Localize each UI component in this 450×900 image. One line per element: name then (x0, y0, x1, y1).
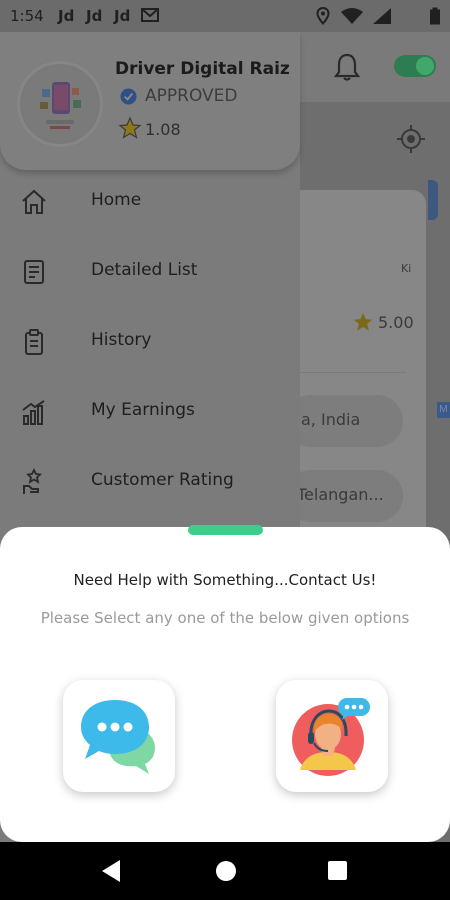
earnings-icon (22, 400, 45, 425)
verified-check-icon (120, 88, 137, 105)
menu-label-home: Home (91, 190, 142, 210)
bell-icon[interactable] (333, 52, 361, 82)
profile-card: Driver Digital Raiz APPROVED 1.08 (0, 32, 300, 170)
home-icon (22, 189, 46, 214)
menu-label-detailed-list: Detailed List (91, 260, 198, 280)
pickup-address-pill[interactable]: a, India (285, 395, 403, 447)
online-toggle[interactable] (394, 55, 436, 77)
wifi-icon (341, 8, 363, 24)
location-icon (316, 7, 330, 25)
back-icon[interactable] (101, 859, 121, 883)
battery-icon (430, 7, 440, 25)
chat-option-button[interactable] (63, 680, 175, 792)
menu-label-customer-rating: Customer Rating (91, 470, 234, 490)
avatar[interactable] (20, 64, 100, 144)
drop-address: Telangan... (297, 485, 384, 504)
menu-item-history[interactable]: History (0, 314, 300, 374)
driver-name: Driver Digital Raiz (115, 59, 290, 79)
pickup-address: a, India (301, 410, 361, 429)
call-option-button[interactable] (276, 680, 388, 792)
notification-jd-3: Jd (114, 7, 131, 25)
menu-label-history: History (91, 330, 152, 350)
card-star-icon (353, 312, 373, 331)
chat-bubbles-icon (81, 700, 155, 774)
recents-nav-button[interactable] (328, 861, 347, 880)
home-nav-button[interactable] (216, 861, 236, 881)
map-marker-edge (428, 180, 438, 220)
card-km-label: Ki (401, 262, 412, 275)
status-bar: 1:54 Jd Jd Jd (0, 0, 450, 32)
sheet-drag-handle[interactable] (188, 525, 263, 535)
app-logo-icon (20, 64, 100, 144)
sheet-title: Need Help with Something...Contact Us! (73, 571, 377, 589)
status-time: 1:54 (10, 7, 44, 25)
history-icon (25, 329, 43, 355)
support-agent-icon (292, 698, 370, 776)
star-icon (118, 116, 142, 139)
notification-jd-2: Jd (86, 7, 103, 25)
list-icon (24, 260, 44, 284)
system-nav-bar (0, 842, 450, 900)
gmail-icon (141, 8, 159, 22)
notification-jd-1: Jd (58, 7, 75, 25)
status-approved: APPROVED (145, 86, 238, 106)
signal-icon (373, 8, 391, 24)
map-tag: M (437, 402, 450, 418)
rating-icon (23, 468, 42, 494)
menu-item-home[interactable]: Home (0, 174, 300, 234)
drop-address-pill[interactable]: Telangan... (285, 470, 403, 522)
menu-item-customer-rating[interactable]: Customer Rating (0, 454, 300, 514)
menu-label-my-earnings: My Earnings (91, 400, 195, 420)
contact-bottom-sheet: Need Help with Something...Contact Us! P… (0, 525, 450, 842)
card-rating: 5.00 (378, 313, 414, 332)
sheet-subtitle: Please Select any one of the below given… (40, 609, 410, 627)
menu-item-detailed-list[interactable]: Detailed List (0, 244, 300, 304)
driver-rating: 1.08 (145, 120, 181, 139)
menu-item-my-earnings[interactable]: My Earnings (0, 384, 300, 444)
my-location-icon[interactable] (396, 124, 426, 154)
